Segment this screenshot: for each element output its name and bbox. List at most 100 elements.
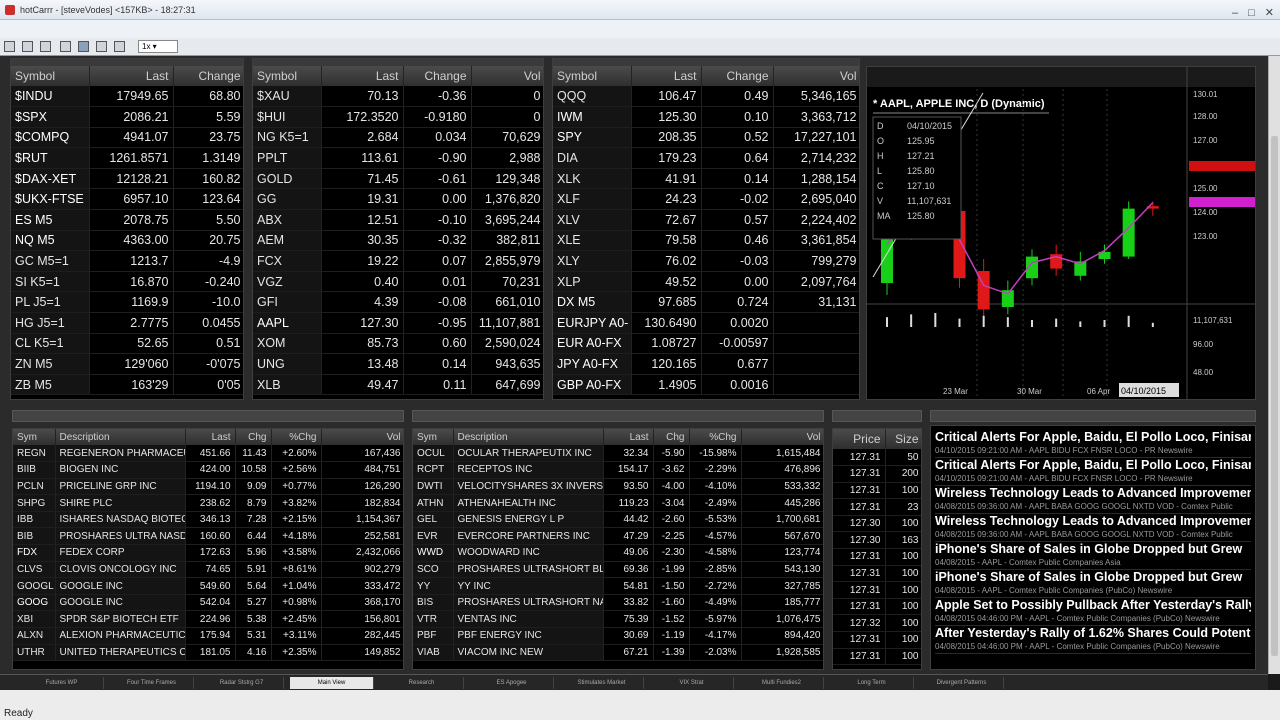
symbol-cell[interactable]: XLY [553, 250, 632, 272]
symbol-cell[interactable]: XLK [553, 168, 632, 190]
quote-row[interactable]: QQQ 106.47 0.49 5,346,165 [553, 86, 859, 108]
column-header[interactable]: Symbol [253, 66, 322, 86]
symbol-cell[interactable]: HG J5=1 [11, 312, 90, 334]
symbol-cell[interactable]: DX M5 [553, 291, 632, 314]
table-row[interactable]: ALXN ALEXION PHARMACEUTICAL 175.94 5.31 +3.1… [13, 627, 403, 645]
symbol-cell[interactable]: OCUL [413, 445, 454, 463]
symbol-cell[interactable]: IBB [13, 511, 56, 529]
layout-tab[interactable]: ES Apogee [470, 677, 554, 689]
symbol-cell[interactable]: SCO [413, 561, 454, 579]
symbol-cell[interactable]: EVR [413, 527, 454, 546]
symbol-cell[interactable]: ABX [253, 209, 322, 231]
quote-row[interactable]: PL J5=1 1169.9 -10.0 [11, 291, 243, 314]
table-row[interactable]: VIAB VIACOM INC NEW 67.21 -1.39 -2.03% 1,928,… [413, 644, 823, 662]
symbol-cell[interactable]: EURJPY A0- [553, 312, 632, 334]
symbol-cell[interactable]: YY [413, 577, 454, 595]
symbol-cell[interactable]: SI K5=1 [11, 271, 90, 293]
symbol-cell[interactable]: NG K5=1 [253, 127, 322, 149]
symbol-cell[interactable]: $XAU [253, 86, 322, 108]
symbol-cell[interactable]: ZB M5 [11, 374, 90, 396]
column-header[interactable]: Description [55, 429, 186, 445]
symbol-cell[interactable]: PPLT [253, 147, 322, 169]
table-row[interactable]: PBF PBF ENERGY INC 30.69 -1.19 -4.17% 894,420 [413, 627, 823, 645]
symbol-cell[interactable]: DWTI [413, 478, 454, 496]
quote-row[interactable]: XLV 72.67 0.57 2,224,402 [553, 209, 859, 231]
symbol-cell[interactable]: IWM [553, 106, 632, 128]
symbol-cell[interactable]: GG [253, 188, 322, 211]
layout-tab[interactable]: Four Time Frames [110, 677, 194, 689]
column-header[interactable]: Chg [653, 429, 690, 445]
quote-row[interactable]: $SPX 2086.21 5.59 [11, 106, 243, 128]
column-header[interactable]: Price [833, 429, 886, 449]
table-row[interactable]: RCPT RECEPTOS INC 154.17 -3.62 -2.29% 476,896 [413, 461, 823, 479]
symbol-cell[interactable]: REGN [13, 445, 56, 463]
quote-row[interactable]: CL K5=1 52.65 0.51 [11, 333, 243, 355]
quote-row[interactable]: $UKX-FTSE 6957.10 123.64 [11, 188, 243, 211]
quote-row[interactable]: $RUT 1261.8571 1.3149 [11, 147, 243, 169]
table-row[interactable]: PCLN PRICELINE GRP INC 1194.10 9.09 +0.77% 12… [13, 478, 403, 496]
quote-row[interactable]: $HUI 172.3520 -0.9180 0 [253, 106, 543, 128]
symbol-cell[interactable]: PCLN [13, 478, 56, 496]
quote-row[interactable]: GOLD 71.45 -0.61 129,348 [253, 168, 543, 190]
quote-row[interactable]: GBP A0-FX 1.4905 0.0016 [553, 374, 859, 396]
symbol-cell[interactable]: AEM [253, 230, 322, 252]
column-header[interactable]: Size [885, 429, 921, 449]
symbol-cell[interactable]: WWD [413, 544, 454, 562]
symbol-cell[interactable]: $SPX [11, 106, 90, 128]
table-row[interactable]: REGN REGENERON PHARMACEUT 451.66 11.43 +2.60… [13, 445, 403, 463]
symbol-cell[interactable]: XLF [553, 188, 632, 211]
symbol-cell[interactable]: XLE [553, 230, 632, 252]
column-header[interactable]: %Chg [271, 429, 322, 445]
quote-row[interactable]: ZB M5 163'29 0'05 [11, 374, 243, 396]
symbol-cell[interactable]: AAPL [253, 312, 322, 334]
layout-icon[interactable] [60, 41, 71, 52]
layout-tab[interactable]: Long Term [830, 677, 914, 689]
column-header[interactable]: Symbol [11, 66, 90, 86]
column-header[interactable]: Description [453, 429, 604, 445]
news-toolbar[interactable] [930, 410, 1256, 422]
quote-row[interactable]: NQ M5 4363.00 20.75 [11, 230, 243, 252]
quote-row[interactable]: DIA 179.23 0.64 2,714,232 [553, 147, 859, 169]
symbol-cell[interactable]: BIIB [13, 461, 56, 479]
table-row[interactable]: VTR VENTAS INC 75.39 -1.52 -5.97% 1,076,475 [413, 610, 823, 629]
quote-row[interactable]: SPY 208.35 0.52 17,227,101 [553, 127, 859, 149]
symbol-cell[interactable]: XLB [253, 374, 322, 396]
symbol-cell[interactable]: GC M5=1 [11, 250, 90, 272]
news-headline[interactable]: Wireless Technology Leads to Advanced Im… [935, 514, 1251, 529]
layout-tab[interactable]: Stimulates Market [560, 677, 644, 689]
symbol-cell[interactable]: GOLD [253, 168, 322, 190]
symbol-cell[interactable]: EUR A0-FX [553, 333, 632, 355]
layout-tab[interactable]: Multi Fundies2 [740, 677, 824, 689]
table-row[interactable]: BIBPROSHARES ULTRA NASDAQ160.606.44+4.18… [13, 527, 403, 546]
quote-row[interactable]: SI K5=1 16.870 -0.240 [11, 271, 243, 293]
table-row[interactable]: CLVS CLOVIS ONCOLOGY INC 74.65 5.91 +8.61% 90… [13, 561, 403, 579]
symbol-cell[interactable]: VTR [413, 610, 454, 629]
symbol-cell[interactable]: GOOGL [13, 577, 56, 595]
quote-row[interactable]: GG 19.31 0.00 1,376,820 [253, 188, 543, 211]
column-header[interactable]: Change [173, 66, 243, 86]
scroll-thumb[interactable] [1271, 136, 1278, 656]
symbol-cell[interactable]: SHPG [13, 494, 56, 512]
layout-tab[interactable]: Radar Ststrg G7 [200, 677, 284, 689]
table-row[interactable]: GOOGL GOOGLE INC 549.60 5.64 +1.04% 333,472 [13, 577, 403, 595]
quote-row[interactable]: XLK 41.91 0.14 1,288,154 [553, 168, 859, 190]
column-header[interactable]: Last [631, 66, 702, 86]
symbol-cell[interactable]: CLVS [13, 561, 56, 579]
symbol-cell[interactable]: GEL [413, 511, 454, 529]
symbol-cell[interactable]: UNG [253, 353, 322, 375]
table-row[interactable]: FDX FEDEX CORP 172.63 5.96 +3.58% 2,432,066 [13, 544, 403, 562]
table-row[interactable]: IBB ISHARES NASDAQ BIOTECH 346.13 7.28 +2.15… [13, 511, 403, 529]
table-row[interactable]: GOOG GOOGLE INC 542.04 5.27 +0.98% 368,170 [13, 594, 403, 612]
zoom-select[interactable]: 1x ▾ [138, 40, 178, 53]
table-row[interactable]: SCO PROSHARES ULTRASHORT BL 69.36 -1.99 -2.8… [413, 561, 823, 579]
table-row[interactable]: SHPG SHIRE PLC 238.62 8.79 +3.82% 182,834 [13, 494, 403, 512]
symbol-cell[interactable]: $DAX-XET [11, 168, 90, 190]
symbol-cell[interactable]: $INDU [11, 86, 90, 108]
quote-row[interactable]: ZN M5 129'060 -0'075 [11, 353, 243, 375]
grid-icon[interactable] [78, 41, 89, 52]
table-row[interactable]: EVR EVERCORE PARTNERS INC 47.29 -2.25 -4.57%… [413, 527, 823, 546]
symbol-cell[interactable]: XOM [253, 333, 322, 355]
news-headline[interactable]: Wireless Technology Leads to Advanced Im… [935, 486, 1251, 501]
symbol-cell[interactable]: GFI [253, 291, 322, 314]
quote-row[interactable]: $COMPQ 4941.07 23.75 [11, 127, 243, 149]
